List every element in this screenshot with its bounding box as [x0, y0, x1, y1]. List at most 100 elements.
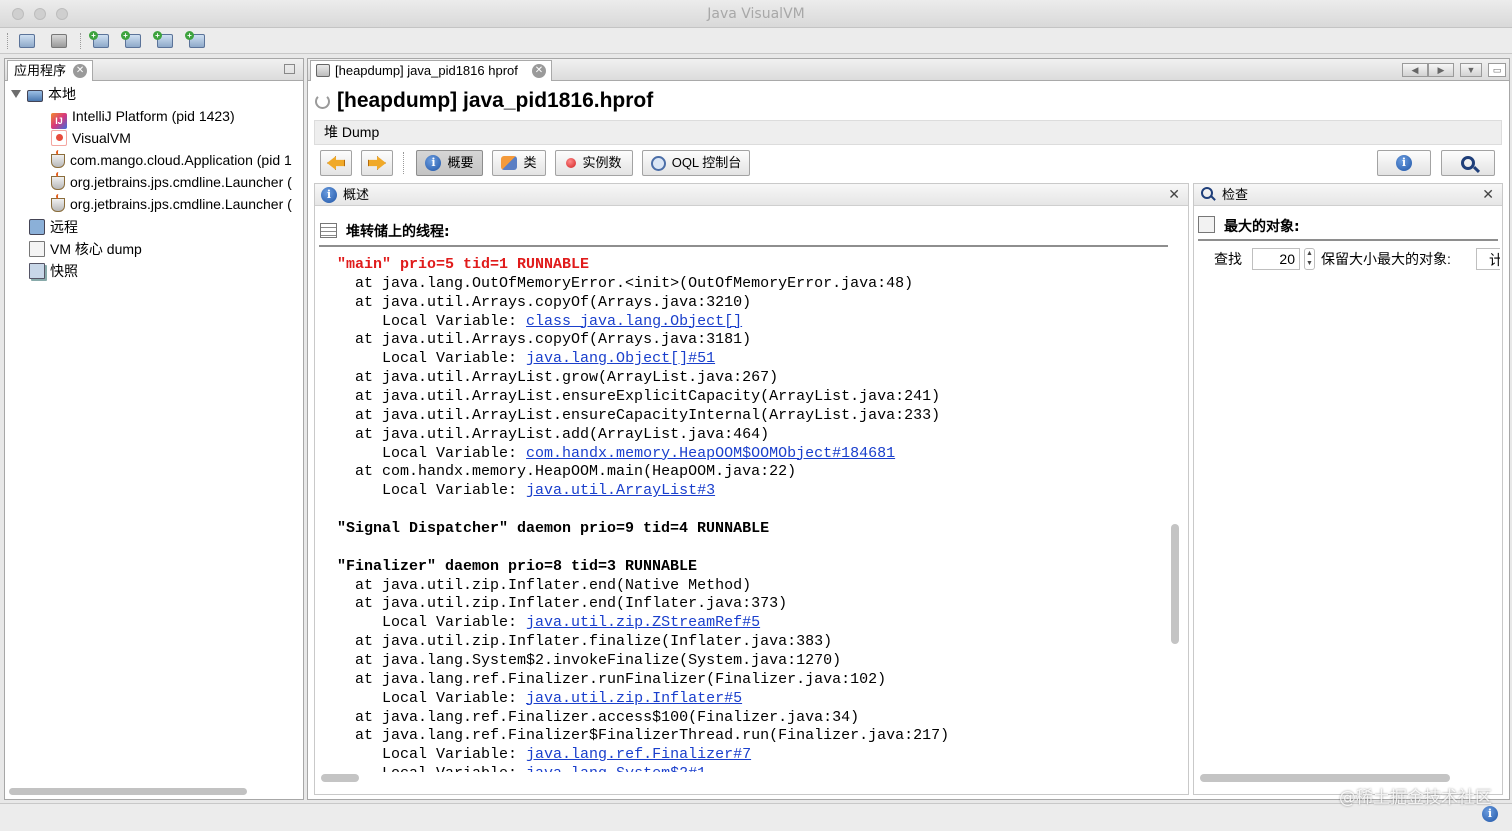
local-variable-label: Local Variable:: [382, 444, 527, 462]
local-variable-label: Local Variable:: [382, 350, 527, 368]
find-count-input[interactable]: [1252, 248, 1300, 270]
stack-line-text: at java.util.ArrayList.add(ArrayList.jav…: [355, 425, 770, 443]
applications-tabbar: 应用程序 ✕: [5, 59, 303, 81]
object-link[interactable]: com.handx.memory.HeapOOM$OOMObject#18468…: [526, 445, 895, 462]
object-link[interactable]: java.lang.System$2#1: [526, 765, 706, 772]
stack-local-variable: Local Variable: java.util.zip.Inflater#5: [337, 690, 1167, 709]
inspect-header: 检查 ✕: [1194, 184, 1502, 206]
tab-applications[interactable]: 应用程序 ✕: [7, 60, 94, 81]
load-icon[interactable]: [16, 30, 38, 52]
object-link[interactable]: class java.lang.Object[]: [526, 313, 742, 330]
instance-icon: [566, 158, 577, 168]
count-stepper[interactable]: ▲ ▼: [1304, 248, 1315, 270]
minimize-icon[interactable]: [284, 64, 295, 74]
retained-size-button[interactable]: 计: [1476, 248, 1500, 270]
close-icon[interactable]: ✕: [1482, 184, 1494, 205]
info-icon: i: [425, 155, 442, 171]
oql-console-button[interactable]: OQL 控制台: [642, 150, 750, 176]
list-icon: [320, 223, 337, 238]
instances-button[interactable]: 实例数: [555, 150, 633, 176]
close-icon[interactable]: ✕: [1168, 184, 1180, 205]
horizontal-scrollbar[interactable]: [321, 774, 359, 782]
horizontal-scrollbar[interactable]: [9, 788, 247, 795]
class-icon: [501, 156, 518, 170]
forward-button[interactable]: [361, 150, 393, 176]
stack-line-text: "Signal Dispatcher" daemon prio=9 tid=4 …: [337, 520, 770, 538]
classes-button[interactable]: 类: [492, 150, 546, 176]
core-dump-icon: [29, 241, 45, 257]
stack-frame: at java.util.ArrayList.grow(ArrayList.ja…: [337, 369, 1167, 388]
tree-node-local[interactable]: 本地: [27, 83, 76, 105]
save-icon[interactable]: [48, 30, 70, 52]
overview-pane: i 概述 ✕ 堆转储上的线程: "main" prio=5 tid=1 RUNN…: [314, 183, 1189, 795]
tree-node-remote[interactable]: 远程: [29, 216, 78, 238]
maximize-icon[interactable]: ▭: [1488, 63, 1506, 77]
remote-host-icon: [29, 219, 45, 235]
object-link[interactable]: java.lang.Object[]#51: [526, 350, 715, 367]
stack-local-variable: Local Variable: class java.lang.Object[]: [337, 313, 1167, 332]
tree-node-app[interactable]: org.jetbrains.jps.cmdline.Launcher (: [51, 171, 292, 193]
stack-line-text: at java.lang.ref.Finalizer.access$100(Fi…: [355, 708, 860, 726]
visualvm-icon: [51, 130, 67, 146]
horizontal-scrollbar[interactable]: [1200, 774, 1450, 782]
add-core-icon[interactable]: +: [153, 30, 176, 52]
add-host-icon[interactable]: +: [121, 30, 144, 52]
status-bar: [0, 803, 1512, 831]
inspect-pane: 检查 ✕ 最大的对象: 查找 ▲▼ 保留大小最大的对象: 计: [1193, 183, 1503, 795]
close-icon[interactable]: ✕: [73, 64, 88, 78]
stack-frame: at java.util.zip.Inflater.end(Native Met…: [337, 577, 1167, 596]
heapdump-icon: [316, 64, 330, 77]
vertical-scrollbar[interactable]: [1171, 524, 1179, 644]
tree-node-app[interactable]: org.jetbrains.jps.cmdline.Launcher (: [51, 193, 292, 215]
object-link[interactable]: java.util.ArrayList#3: [526, 482, 715, 499]
expand-local-icon[interactable]: [11, 90, 21, 98]
add-snapshot-icon[interactable]: +: [185, 30, 208, 52]
tree-node-vm-core[interactable]: VM 核心 dump: [29, 238, 142, 260]
tab-heapdump[interactable]: [heapdump] java_pid1816 hprof ✕: [310, 60, 552, 81]
back-button[interactable]: [320, 150, 352, 176]
tree-node-snapshots-label: 快照: [50, 263, 78, 279]
tree-node-app-label: org.jetbrains.jps.cmdline.Launcher (: [70, 174, 292, 190]
window-title: Java VisualVM: [707, 6, 805, 22]
local-variable-label: Local Variable:: [382, 614, 527, 632]
stack-local-variable: Local Variable: com.handx.memory.HeapOOM…: [337, 445, 1167, 464]
inspect-toggle-button[interactable]: [1441, 150, 1495, 176]
thread-header: "main" prio=5 tid=1 RUNNABLE: [337, 256, 1167, 275]
toolbar-grip: [7, 33, 9, 49]
stack-line-text: "main" prio=5 tid=1 RUNNABLE: [337, 256, 590, 273]
tab-list-dropdown-icon[interactable]: ▼: [1460, 63, 1482, 77]
stack-frame: at java.util.zip.Inflater.end(Inflater.j…: [337, 595, 1167, 614]
java-icon: [51, 172, 65, 190]
stack-line-text: at java.lang.ref.Finalizer$FinalizerThre…: [355, 727, 950, 745]
stack-local-variable: Local Variable: java.lang.System$2#1: [337, 765, 1167, 772]
tree-node-app[interactable]: com.mango.cloud.Application (pid 1: [51, 149, 292, 171]
retained-size-label: 保留大小最大的对象:: [1321, 251, 1451, 267]
tree-node-snapshots[interactable]: 快照: [29, 260, 78, 282]
magnify-page-icon: [1198, 216, 1215, 233]
scroll-tabs-right-icon[interactable]: ▶: [1428, 63, 1454, 77]
info-icon: i: [1396, 155, 1412, 171]
object-link[interactable]: java.lang.ref.Finalizer#7: [526, 746, 751, 763]
tree-node-app-label: org.jetbrains.jps.cmdline.Launcher (: [70, 196, 292, 212]
close-icon[interactable]: ✕: [532, 64, 546, 78]
object-link[interactable]: java.util.zip.ZStreamRef#5: [526, 614, 760, 631]
stack-frame: at java.lang.ref.Finalizer.runFinalizer(…: [337, 671, 1167, 690]
thread-header: "Signal Dispatcher" daemon prio=9 tid=4 …: [337, 520, 1167, 539]
show-info-button[interactable]: i: [1377, 150, 1431, 176]
tree-node-remote-label: 远程: [50, 219, 78, 235]
toolbar-separator: [403, 152, 405, 174]
summary-button[interactable]: i 概要: [416, 150, 483, 176]
arrow-right-icon: [368, 156, 386, 170]
notification-info-icon[interactable]: i: [1482, 806, 1498, 822]
local-variable-label: Local Variable:: [382, 689, 527, 707]
add-jmx-icon[interactable]: +: [89, 30, 112, 52]
tree-node-app[interactable]: IJ IntelliJ Platform (pid 1423): [51, 105, 235, 129]
stack-line-text: "Finalizer" daemon prio=8 tid=3 RUNNABLE: [337, 557, 698, 575]
largest-objects-heading-label: 最大的对象:: [1224, 219, 1300, 235]
scroll-tabs-left-icon[interactable]: ◀: [1402, 63, 1428, 77]
tree-node-app[interactable]: VisualVM: [51, 127, 131, 149]
object-link[interactable]: java.util.zip.Inflater#5: [526, 690, 742, 707]
tree-node-app-label: IntelliJ Platform (pid 1423): [72, 108, 235, 124]
tree-node-app-label: VisualVM: [72, 130, 131, 146]
